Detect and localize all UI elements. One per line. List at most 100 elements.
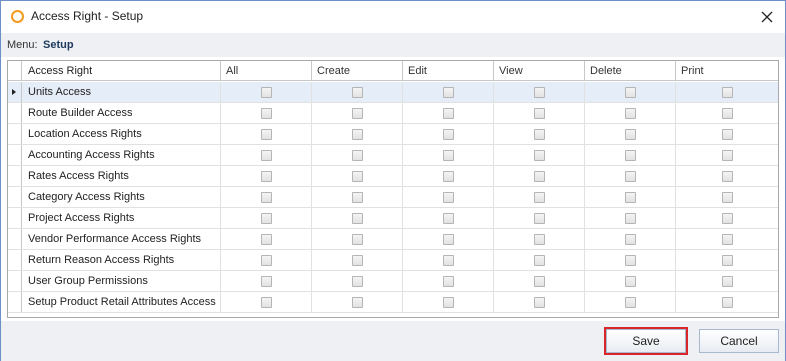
title-bar[interactable]: Access Right - Setup	[1, 1, 785, 33]
row-indicator-cell[interactable]	[8, 250, 22, 270]
create-checkbox[interactable]	[352, 276, 363, 287]
view-checkbox[interactable]	[534, 213, 545, 224]
delete-checkbox[interactable]	[625, 192, 636, 203]
delete-checkbox[interactable]	[625, 108, 636, 119]
view-checkbox[interactable]	[534, 108, 545, 119]
all-checkbox[interactable]	[261, 297, 272, 308]
all-checkbox[interactable]	[261, 276, 272, 287]
create-checkbox[interactable]	[352, 255, 363, 266]
all-checkbox[interactable]	[261, 150, 272, 161]
view-checkbox[interactable]	[534, 171, 545, 182]
column-header-edit[interactable]: Edit	[403, 61, 494, 80]
print-checkbox[interactable]	[721, 255, 733, 266]
edit-checkbox[interactable]	[443, 108, 454, 119]
create-checkbox[interactable]	[352, 234, 363, 245]
column-header-print[interactable]: Print	[676, 61, 777, 80]
table-row[interactable]: Category Access Rights	[8, 187, 778, 208]
row-indicator-cell[interactable]	[8, 271, 22, 291]
all-checkbox[interactable]	[261, 213, 272, 224]
delete-checkbox[interactable]	[625, 129, 636, 140]
create-checkbox[interactable]	[352, 150, 363, 161]
edit-checkbox[interactable]	[443, 276, 454, 287]
all-checkbox[interactable]	[261, 87, 272, 98]
create-checkbox[interactable]	[352, 108, 363, 119]
create-checkbox[interactable]	[352, 213, 363, 224]
edit-checkbox[interactable]	[443, 192, 454, 203]
row-indicator-cell[interactable]	[8, 103, 22, 123]
edit-checkbox[interactable]	[443, 297, 454, 308]
delete-checkbox[interactable]	[625, 213, 636, 224]
column-header-access-right[interactable]: Access Right	[22, 61, 221, 80]
column-header-create[interactable]: Create	[312, 61, 403, 80]
view-checkbox[interactable]	[534, 150, 545, 161]
table-row[interactable]: Accounting Access Rights	[8, 145, 778, 166]
view-checkbox[interactable]	[534, 297, 545, 308]
access-right-name: Rates Access Rights	[22, 166, 221, 186]
row-indicator-cell[interactable]	[8, 292, 22, 312]
table-row[interactable]: Rates Access Rights	[8, 166, 778, 187]
edit-checkbox[interactable]	[443, 255, 454, 266]
print-checkbox[interactable]	[721, 192, 733, 203]
row-indicator-cell[interactable]	[8, 145, 22, 165]
create-checkbox[interactable]	[352, 87, 363, 98]
edit-checkbox[interactable]	[443, 87, 454, 98]
delete-checkbox[interactable]	[625, 255, 636, 266]
cancel-button[interactable]: Cancel	[699, 329, 779, 353]
delete-checkbox[interactable]	[625, 276, 636, 287]
table-row[interactable]: Vendor Performance Access Rights	[8, 229, 778, 250]
view-checkbox[interactable]	[534, 192, 545, 203]
view-checkbox[interactable]	[534, 276, 545, 287]
create-checkbox[interactable]	[352, 297, 363, 308]
create-checkbox[interactable]	[352, 129, 363, 140]
edit-checkbox[interactable]	[443, 234, 454, 245]
row-indicator-cell[interactable]	[8, 208, 22, 228]
delete-checkbox[interactable]	[625, 150, 636, 161]
all-checkbox[interactable]	[261, 171, 272, 182]
view-checkbox[interactable]	[534, 234, 545, 245]
edit-checkbox[interactable]	[443, 213, 454, 224]
row-indicator-cell[interactable]	[8, 82, 22, 102]
column-header-delete[interactable]: Delete	[585, 61, 676, 80]
delete-checkbox[interactable]	[625, 171, 636, 182]
row-indicator-cell[interactable]	[8, 124, 22, 144]
view-checkbox[interactable]	[534, 87, 545, 98]
table-row[interactable]: Location Access Rights	[8, 124, 778, 145]
delete-checkbox[interactable]	[625, 234, 636, 245]
edit-checkbox[interactable]	[443, 129, 454, 140]
create-checkbox[interactable]	[352, 171, 363, 182]
view-checkbox[interactable]	[534, 255, 545, 266]
print-checkbox[interactable]	[721, 87, 733, 98]
column-header-view[interactable]: View	[494, 61, 585, 80]
print-checkbox[interactable]	[721, 150, 733, 161]
table-row[interactable]: Project Access Rights	[8, 208, 778, 229]
table-row[interactable]: Return Reason Access Rights	[8, 250, 778, 271]
print-checkbox[interactable]	[721, 213, 733, 224]
table-row[interactable]: Setup Product Retail Attributes Access	[8, 292, 778, 313]
print-checkbox[interactable]	[721, 171, 733, 182]
close-button[interactable]	[749, 1, 785, 33]
print-checkbox[interactable]	[721, 129, 733, 140]
print-checkbox[interactable]	[721, 234, 733, 245]
table-row[interactable]: Units Access	[8, 82, 778, 103]
save-button[interactable]: Save	[604, 327, 688, 355]
all-checkbox[interactable]	[261, 192, 272, 203]
row-indicator-cell[interactable]	[8, 187, 22, 207]
table-row[interactable]: Route Builder Access	[8, 103, 778, 124]
edit-checkbox[interactable]	[443, 171, 454, 182]
print-checkbox[interactable]	[721, 297, 733, 308]
view-checkbox[interactable]	[534, 129, 545, 140]
create-checkbox[interactable]	[352, 192, 363, 203]
all-checkbox[interactable]	[261, 234, 272, 245]
edit-checkbox[interactable]	[443, 150, 454, 161]
delete-checkbox[interactable]	[625, 297, 636, 308]
table-row[interactable]: User Group Permissions	[8, 271, 778, 292]
delete-checkbox[interactable]	[625, 87, 636, 98]
row-indicator-cell[interactable]	[8, 166, 22, 186]
print-checkbox[interactable]	[721, 108, 733, 119]
print-checkbox[interactable]	[721, 276, 733, 287]
all-checkbox[interactable]	[261, 129, 272, 140]
all-checkbox[interactable]	[261, 108, 272, 119]
all-checkbox[interactable]	[261, 255, 272, 266]
row-indicator-cell[interactable]	[8, 229, 22, 249]
column-header-all[interactable]: All	[221, 61, 312, 80]
